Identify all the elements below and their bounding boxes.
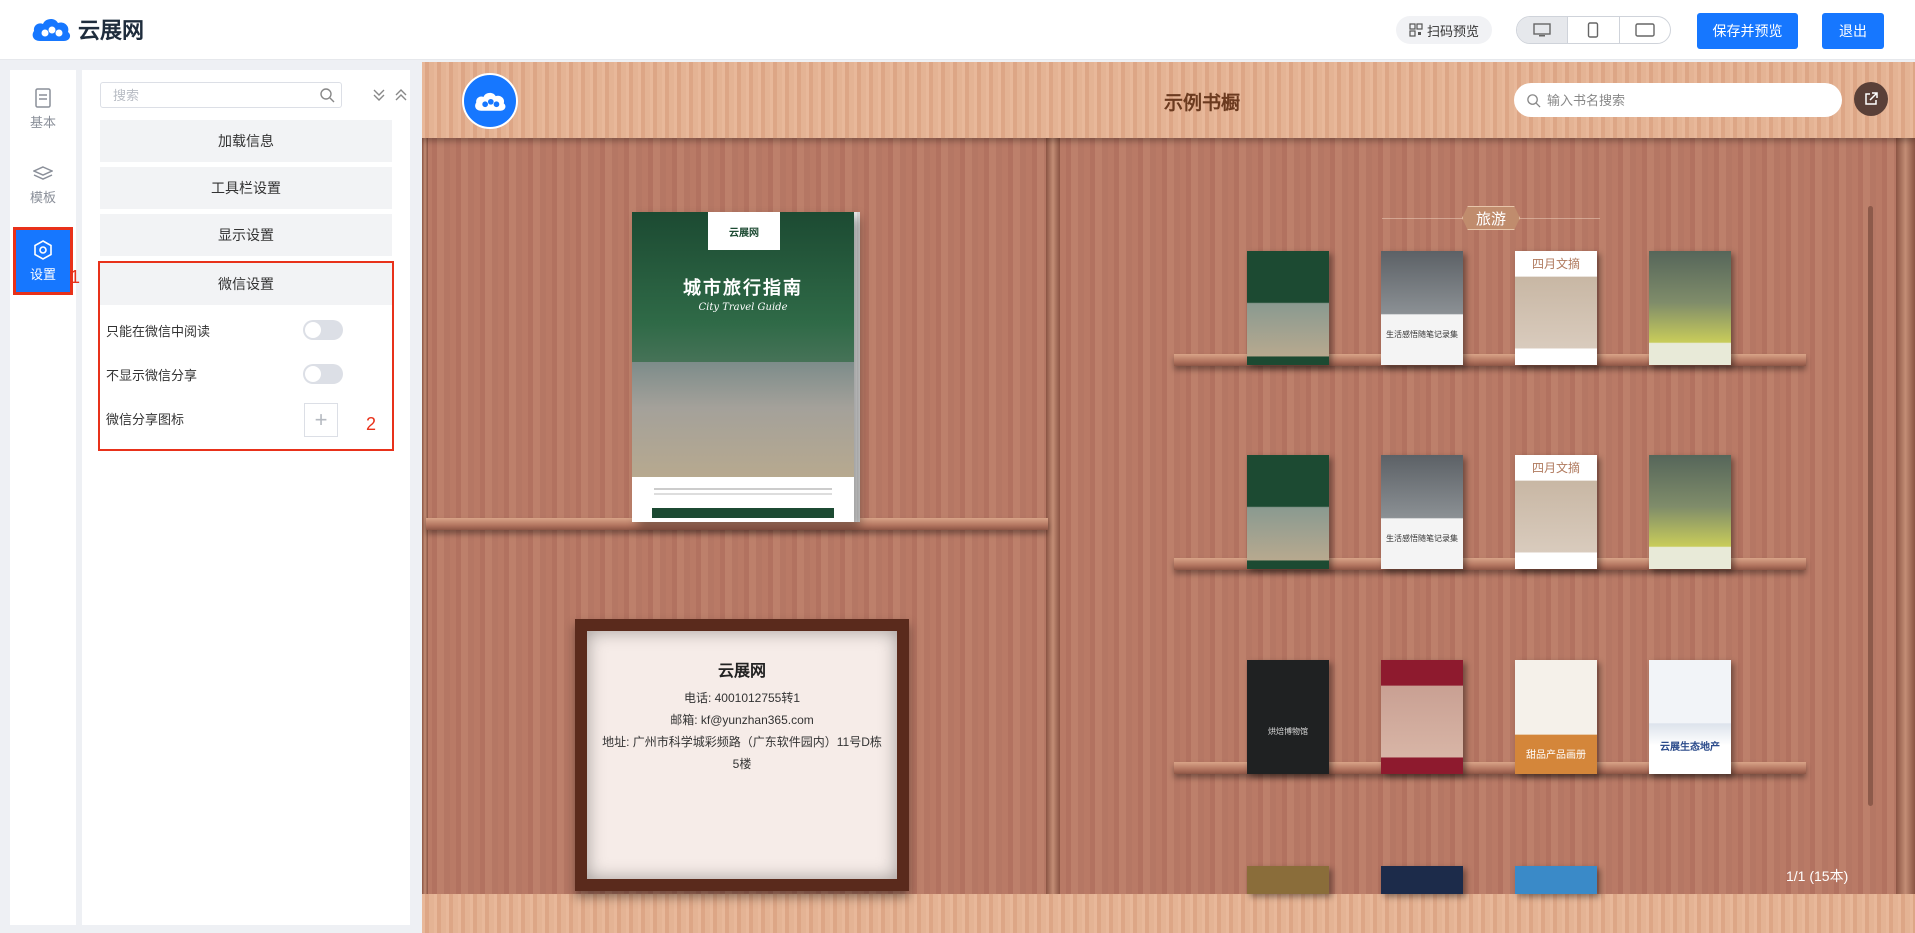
- cloud-logo-icon: [32, 18, 71, 41]
- rail-item-label: 基本: [29, 114, 56, 130]
- book-search: [1514, 83, 1842, 117]
- document-icon: [35, 87, 51, 108]
- book-city-travel-2[interactable]: [1247, 455, 1329, 569]
- cloud-logo-icon: [475, 92, 506, 111]
- featured-cover-bar: [652, 508, 834, 518]
- share-icon-label: 微信分享图标: [106, 412, 185, 427]
- book-label: 甜品产品画册: [1526, 750, 1586, 761]
- category-tag-travel[interactable]: 旅游: [1462, 206, 1520, 230]
- expand-all-icon[interactable]: [372, 88, 386, 102]
- featured-cover-text-lines: [654, 488, 832, 490]
- right-cabinet: [1060, 138, 1896, 894]
- wechat-settings-group: 微信设置 只能在微信中阅读 不显示微信分享 微信分享图标 +: [98, 261, 394, 451]
- bookshelf-preview: 示例书橱 云展网 城市旅行指南 City Travel Guide 云展网 电话…: [422, 62, 1915, 933]
- rail-item-settings[interactable]: 设置: [13, 227, 73, 295]
- frame-middle: [1046, 138, 1060, 894]
- featured-cover-subtitle: City Travel Guide: [698, 302, 788, 313]
- book-search-input[interactable]: [1547, 92, 1817, 108]
- desktop-view-button[interactable]: [1517, 17, 1568, 43]
- book-label: 生活感悟随笔记录集: [1386, 330, 1458, 339]
- rail-item-label: 模板: [29, 189, 56, 205]
- exit-button[interactable]: 退出: [1822, 13, 1884, 49]
- book-row4-3[interactable]: [1515, 866, 1597, 894]
- shelf-logo[interactable]: [462, 73, 518, 129]
- device-switcher: [1516, 16, 1671, 44]
- section-loading-info[interactable]: 加载信息: [100, 120, 392, 162]
- book-row4-2[interactable]: [1381, 866, 1463, 894]
- panel-search: [100, 82, 342, 108]
- collapse-all-icon[interactable]: [394, 88, 408, 102]
- book-product-2[interactable]: [1649, 455, 1731, 569]
- page-info: 1/1 (15本): [1786, 868, 1849, 884]
- book-home-textile[interactable]: [1381, 660, 1463, 774]
- tablet-view-button[interactable]: [1618, 17, 1670, 43]
- scan-preview-label: 扫码预览: [1426, 23, 1479, 39]
- panel-search-input[interactable]: [113, 83, 313, 107]
- panel-search-row: [100, 82, 407, 110]
- mobile-icon: [1588, 22, 1599, 38]
- book-life-notes-2[interactable]: 生活感悟随笔记录集: [1381, 455, 1463, 569]
- shelf-scrollbar[interactable]: [1868, 206, 1873, 806]
- book-label: 烘焙博物馆: [1268, 727, 1308, 736]
- gear-icon: [34, 239, 52, 260]
- shelf-footer: [422, 894, 1915, 933]
- hide-share-toggle[interactable]: [303, 364, 343, 384]
- share-icon: [1865, 92, 1878, 105]
- rail-item-basic[interactable]: 基本: [16, 78, 70, 140]
- book-city-travel-1[interactable]: [1247, 251, 1329, 365]
- rail-item-label: 设置: [29, 266, 56, 282]
- desktop-icon: [1533, 23, 1551, 37]
- contact-card: 云展网 电话: 4001012755转1 邮箱: kf@yunzhan365.c…: [587, 631, 897, 879]
- contact-phone: 电话: 4001012755转1: [683, 691, 801, 705]
- featured-cover-logo: 云展网: [708, 212, 780, 250]
- logo-text: 云展网: [78, 18, 145, 43]
- book-product-1[interactable]: [1649, 251, 1731, 365]
- plus-icon: +: [314, 407, 328, 432]
- share-button[interactable]: [1854, 82, 1888, 116]
- save-and-preview-button[interactable]: 保存并预览: [1697, 13, 1798, 49]
- featured-book[interactable]: 云展网 城市旅行指南 City Travel Guide: [632, 212, 854, 522]
- search-icon: [320, 88, 335, 103]
- layers-icon: [33, 165, 53, 180]
- only-in-wechat-toggle[interactable]: [303, 320, 343, 340]
- upload-share-icon-button[interactable]: +: [304, 403, 338, 437]
- book-april-digest-1[interactable]: 四月文摘: [1515, 251, 1597, 365]
- book-eco-estate[interactable]: 云展生态地产: [1649, 660, 1731, 774]
- hide-share-label: 不显示微信分享: [106, 368, 198, 383]
- frame-right: [1896, 138, 1915, 894]
- top-bar: 云展网 扫码预览 保存并预览 退出: [0, 0, 1915, 60]
- only-in-wechat-label: 只能在微信中阅读: [106, 324, 211, 339]
- book-label: 四月文摘: [1531, 461, 1580, 475]
- search-icon: [1527, 93, 1541, 108]
- tablet-icon: [1635, 23, 1655, 37]
- contact-frame: 云展网 电话: 4001012755转1 邮箱: kf@yunzhan365.c…: [575, 619, 909, 891]
- book-label: 云展生态地产: [1660, 742, 1720, 753]
- contact-email: 邮箱: kf@yunzhan365.com: [670, 713, 814, 727]
- brand-logo[interactable]: 云展网: [30, 13, 144, 45]
- book-dessert-catalog[interactable]: 甜品产品画册: [1515, 660, 1597, 774]
- book-bakery-museum[interactable]: 烘焙博物馆: [1247, 660, 1329, 774]
- featured-cover-title: 城市旅行指南: [683, 278, 803, 299]
- mobile-view-button[interactable]: [1567, 17, 1618, 43]
- left-rail: 基本 模板 设置: [10, 70, 76, 925]
- section-display-settings[interactable]: 显示设置: [100, 214, 392, 256]
- book-label: 生活感悟随笔记录集: [1386, 534, 1458, 543]
- shelf-title: 示例书橱: [1163, 93, 1240, 114]
- qr-code-icon: [1409, 23, 1423, 37]
- frame-left: [422, 138, 428, 894]
- book-label: 四月文摘: [1531, 257, 1580, 271]
- settings-panel: 加载信息 工具栏设置 显示设置 微信设置 只能在微信中阅读 不显示微信分享 微信…: [82, 70, 410, 925]
- book-april-digest-2[interactable]: 四月文摘: [1515, 455, 1597, 569]
- annotation-number-2: 2: [366, 414, 377, 434]
- contact-name: 云展网: [717, 663, 766, 680]
- section-wechat-settings[interactable]: 微信设置: [100, 263, 392, 305]
- book-life-notes-1[interactable]: 生活感悟随笔记录集: [1381, 251, 1463, 365]
- scan-preview-button[interactable]: 扫码预览: [1396, 16, 1492, 44]
- section-toolbar-settings[interactable]: 工具栏设置: [100, 167, 392, 209]
- featured-cover-photo: [632, 362, 854, 477]
- book-row4-1[interactable]: [1247, 866, 1329, 894]
- rail-item-template[interactable]: 模板: [16, 154, 70, 216]
- annotation-number-1: 1: [70, 267, 81, 287]
- contact-address: 地址: 广州市科学城彩频路（广东软件园内）11号D栋5楼: [602, 735, 882, 771]
